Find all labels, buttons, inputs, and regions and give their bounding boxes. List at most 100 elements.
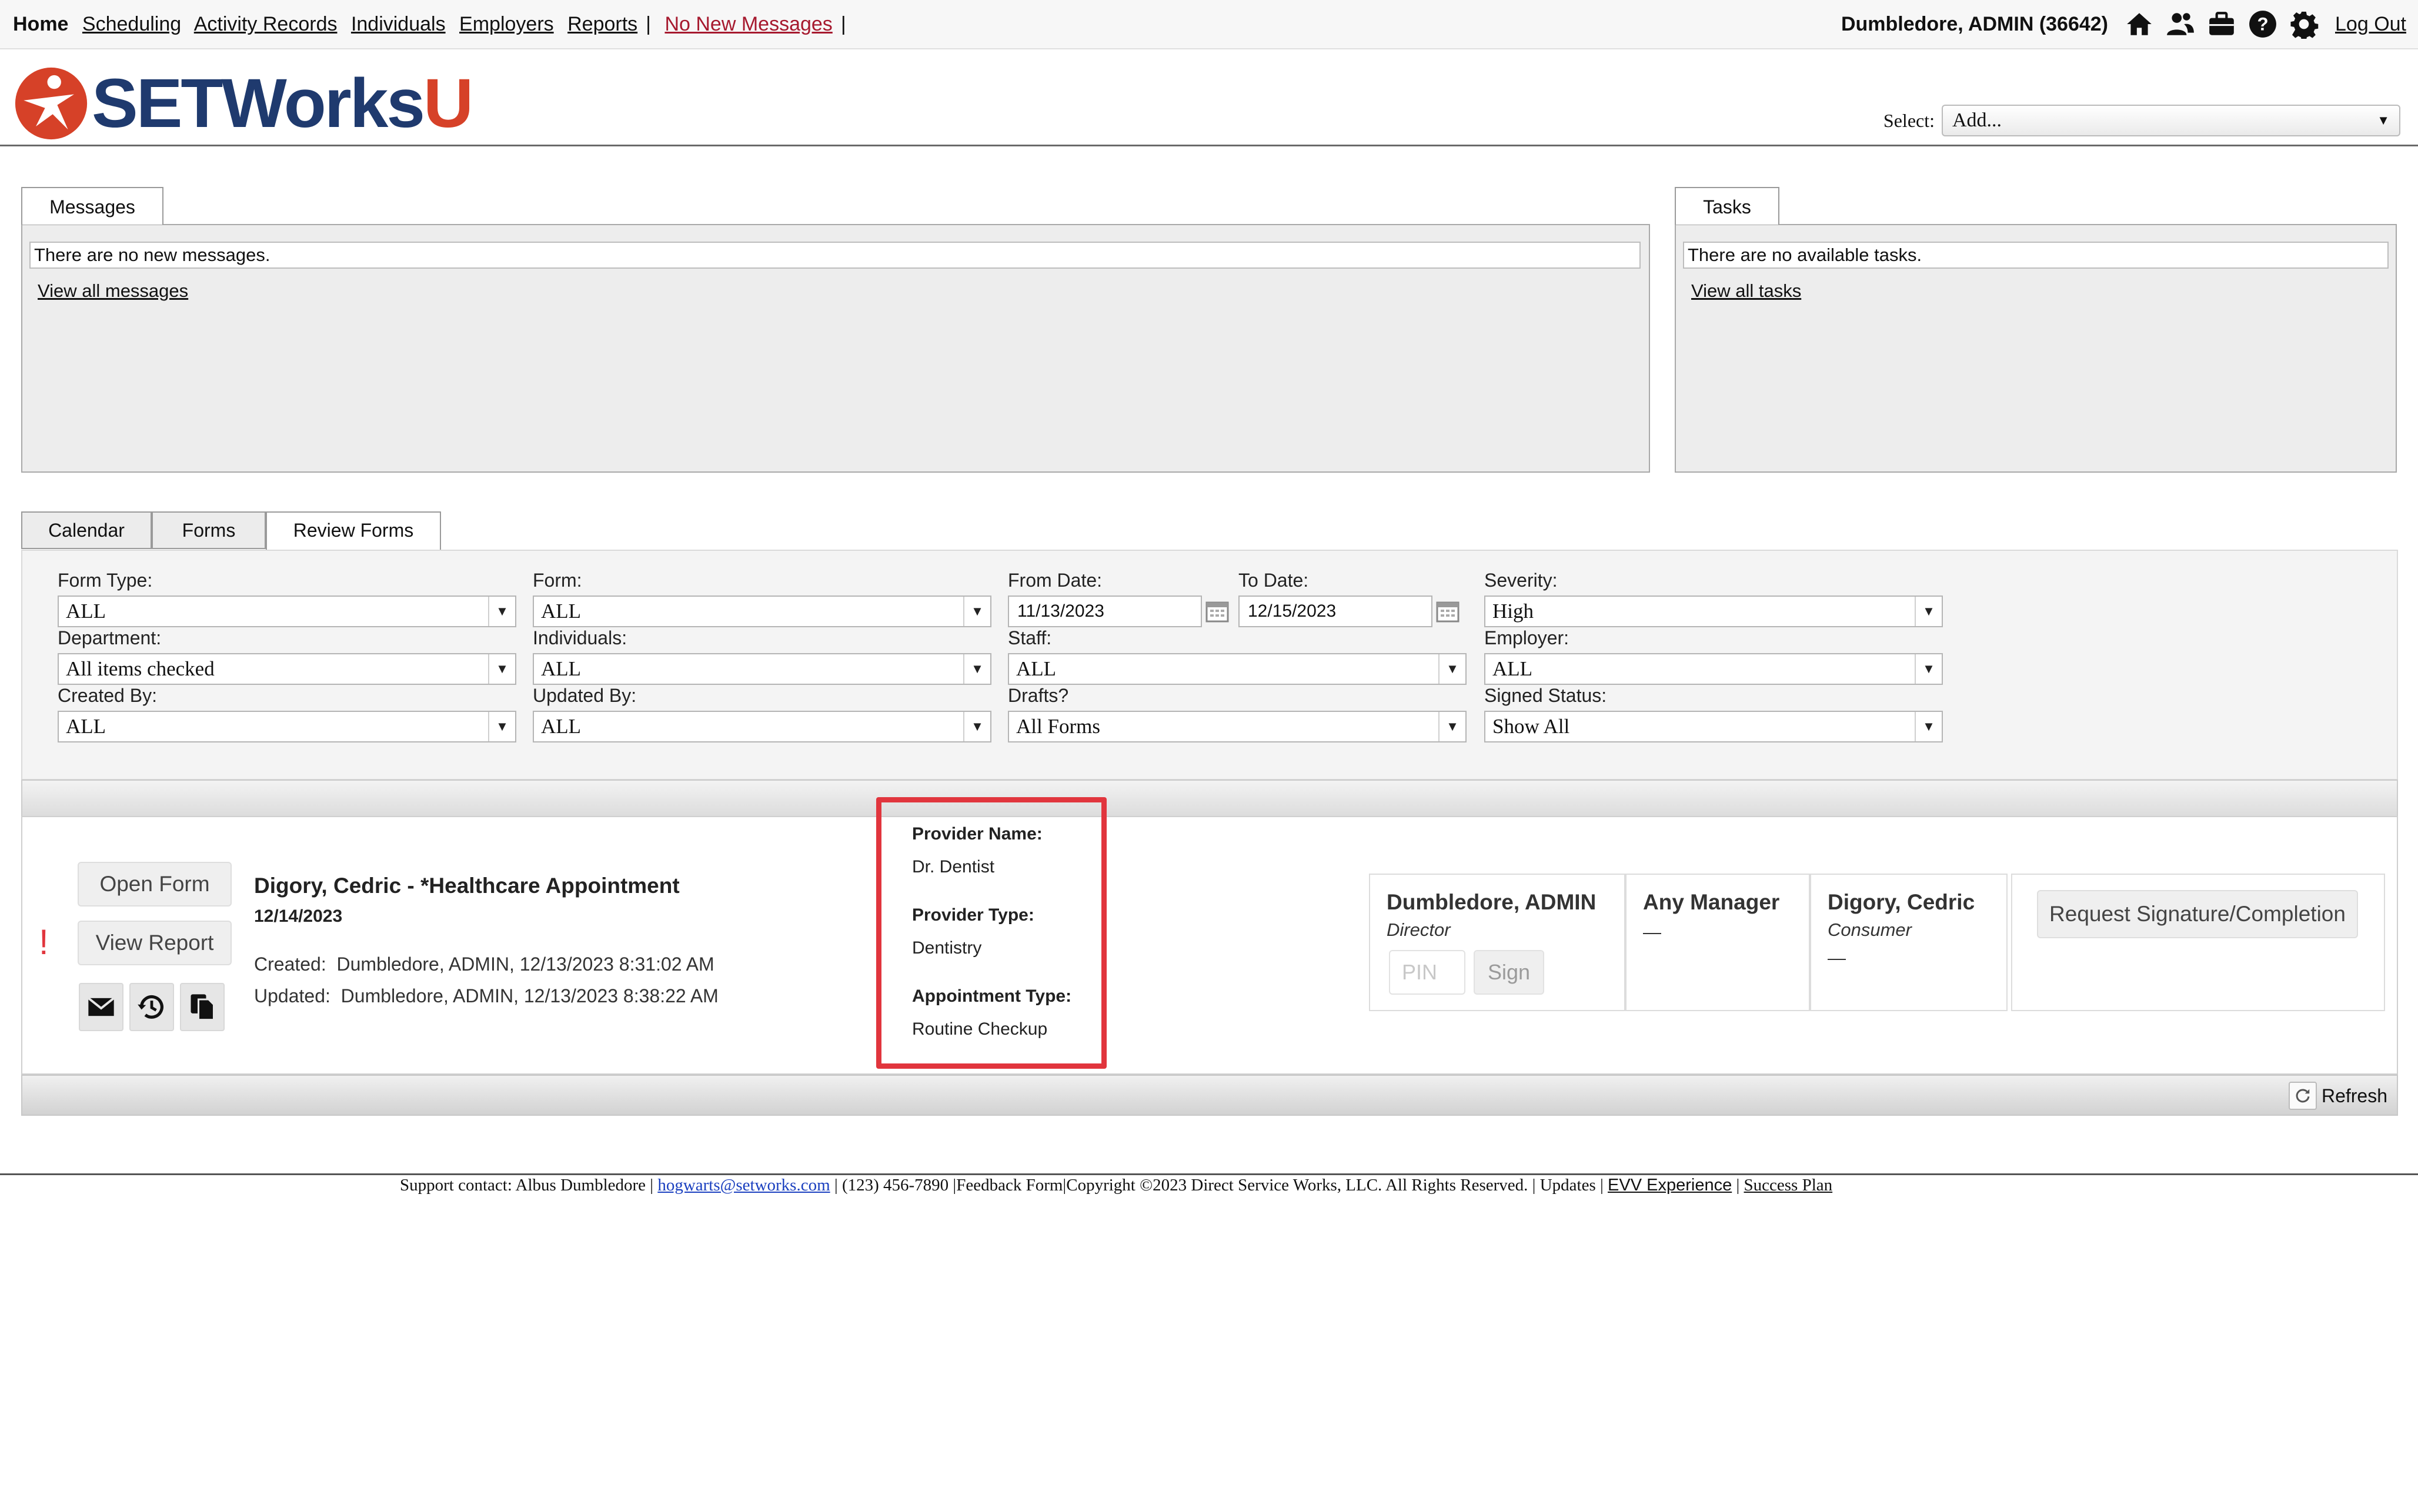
- footer-text: | (123) 456-7890 |Feedback Form|Copyrigh…: [834, 1176, 1604, 1195]
- nav-individuals[interactable]: Individuals: [351, 13, 446, 35]
- evv-experience-link[interactable]: EVV Experience: [1608, 1176, 1732, 1195]
- signer-card: Any Manager —: [1625, 874, 1810, 1011]
- to-date-label: To Date:: [1238, 570, 1309, 591]
- results-header-bar: [21, 780, 2398, 817]
- calendar-icon[interactable]: [1436, 600, 1460, 624]
- signer-role: Consumer: [1828, 919, 1912, 940]
- nav-reports[interactable]: Reports: [567, 13, 637, 35]
- signer-name: Dumbledore, ADMIN: [1387, 890, 1597, 914]
- home-icon[interactable]: [2123, 8, 2155, 40]
- add-select[interactable]: Add... ▼: [1942, 105, 2400, 136]
- history-icon: [138, 995, 163, 1019]
- chevron-down-icon: ▼: [488, 654, 515, 684]
- severity-label: Severity:: [1484, 570, 1558, 591]
- logout-link[interactable]: Log Out: [2335, 0, 2406, 48]
- severity-flag: !: [39, 922, 49, 962]
- tab-calendar[interactable]: Calendar: [21, 511, 152, 549]
- tab-review-forms[interactable]: Review Forms: [266, 511, 441, 551]
- quick-select: Select: Add... ▼: [1883, 105, 2400, 136]
- form-type-label: Form Type:: [58, 570, 153, 591]
- drafts-label: Drafts?: [1008, 685, 1069, 706]
- form-type-select[interactable]: ALL ▼: [58, 596, 516, 627]
- help-icon[interactable]: ?: [2247, 8, 2279, 40]
- nav-activity-records[interactable]: Activity Records: [194, 13, 338, 35]
- history-button[interactable]: [129, 983, 174, 1031]
- sign-button[interactable]: Sign: [1474, 950, 1544, 995]
- footer-divider: [0, 1173, 2418, 1175]
- from-date-input[interactable]: 11/13/2023: [1008, 596, 1202, 627]
- current-user: Dumbledore, ADMIN (36642): [1841, 13, 2109, 35]
- view-all-messages-link[interactable]: View all messages: [38, 280, 188, 302]
- signer-status: —: [1643, 922, 1661, 942]
- tab-forms[interactable]: Forms: [152, 511, 266, 549]
- messages-notice: There are no new messages.: [29, 242, 1641, 269]
- gear-icon[interactable]: [2288, 8, 2320, 40]
- department-select[interactable]: All items checked ▼: [58, 653, 516, 685]
- messages-panel: There are no new messages. View all mess…: [21, 224, 1650, 473]
- calendar-icon[interactable]: [1205, 600, 1229, 624]
- nav-employers[interactable]: Employers: [459, 13, 554, 35]
- to-date-input[interactable]: 12/15/2023: [1238, 596, 1432, 627]
- top-nav: Home Scheduling Activity Records Individ…: [0, 0, 2418, 49]
- view-all-tasks-link[interactable]: View all tasks: [1691, 280, 1801, 302]
- drafts-select[interactable]: All Forms ▼: [1008, 711, 1467, 742]
- setworks-logo[interactable]: SETWorksU: [13, 62, 473, 145]
- signed-status-label: Signed Status:: [1484, 685, 1607, 706]
- nav-home[interactable]: Home: [13, 13, 68, 35]
- refresh-label: Refresh: [2321, 1085, 2387, 1106]
- form-select[interactable]: ALL ▼: [533, 596, 991, 627]
- copy-button[interactable]: [180, 983, 225, 1031]
- nav-separator: |: [840, 13, 846, 35]
- employer-label: Employer:: [1484, 627, 1569, 648]
- individuals-select[interactable]: ALL ▼: [533, 653, 991, 685]
- open-form-button[interactable]: Open Form: [78, 862, 232, 906]
- chevron-down-icon: ▼: [2377, 113, 2390, 128]
- view-report-button[interactable]: View Report: [78, 921, 232, 965]
- created-by-label: Created By:: [58, 685, 157, 706]
- signer-name: Any Manager: [1643, 890, 1780, 914]
- individuals-label: Individuals:: [533, 627, 627, 648]
- tasks-panel: There are no available tasks. View all t…: [1675, 224, 2397, 473]
- request-signature-button[interactable]: Request Signature/Completion: [2037, 890, 2358, 938]
- email-button[interactable]: [79, 983, 123, 1031]
- staff-select[interactable]: ALL ▼: [1008, 653, 1467, 685]
- tab-tasks[interactable]: Tasks: [1675, 187, 1779, 225]
- updated-info: Updated: Dumbledore, ADMIN, 12/13/2023 8…: [254, 985, 719, 1006]
- chevron-down-icon: ▼: [488, 597, 515, 626]
- nav-messages[interactable]: No New Messages: [664, 13, 832, 35]
- updated-by-select[interactable]: ALL ▼: [533, 711, 991, 742]
- tasks-notice: There are no available tasks.: [1683, 242, 2389, 269]
- updated-by-label: Updated By:: [533, 685, 637, 706]
- nav-scheduling[interactable]: Scheduling: [82, 13, 181, 35]
- highlight-box: [876, 797, 1107, 1069]
- chevron-down-icon: ▼: [1438, 712, 1465, 741]
- created-by-select[interactable]: ALL ▼: [58, 711, 516, 742]
- chevron-down-icon: ▼: [963, 712, 990, 741]
- success-plan-link[interactable]: Success Plan: [1744, 1176, 1833, 1195]
- request-signature-box: Request Signature/Completion: [2011, 874, 2385, 1011]
- people-icon[interactable]: [2165, 8, 2196, 40]
- signer-name: Digory, Cedric: [1828, 890, 1975, 914]
- chevron-down-icon: ▼: [1915, 597, 1942, 626]
- add-select-value: Add...: [1952, 109, 2002, 131]
- signer-role: Director: [1387, 919, 1451, 940]
- refresh-button[interactable]: Refresh: [2288, 1082, 2387, 1110]
- support-email-link[interactable]: hogwarts@setworks.com: [657, 1176, 830, 1195]
- briefcase-icon[interactable]: [2206, 8, 2237, 40]
- severity-select[interactable]: High ▼: [1484, 596, 1943, 627]
- filter-panel: Form Type: ALL ▼ Form: ALL ▼ From Date: 11…: [21, 550, 2398, 780]
- created-info: Created: Dumbledore, ADMIN, 12/13/2023 8…: [254, 954, 714, 975]
- tab-messages[interactable]: Messages: [21, 187, 163, 225]
- footer: Support contact: Albus Dumbledore | hogw…: [400, 1176, 1832, 1195]
- signed-status-select[interactable]: Show All ▼: [1484, 711, 1943, 742]
- form-label: Form:: [533, 570, 582, 591]
- select-label: Select:: [1883, 109, 1935, 131]
- pin-input[interactable]: PIN: [1389, 950, 1465, 995]
- svg-text:?: ?: [2257, 14, 2268, 34]
- email-icon: [88, 997, 115, 1016]
- header-divider: [0, 145, 2418, 146]
- refresh-icon: [2288, 1082, 2317, 1110]
- employer-select[interactable]: ALL ▼: [1484, 653, 1943, 685]
- form-title: Digory, Cedric - *Healthcare Appointment: [254, 874, 680, 898]
- chevron-down-icon: ▼: [1438, 654, 1465, 684]
